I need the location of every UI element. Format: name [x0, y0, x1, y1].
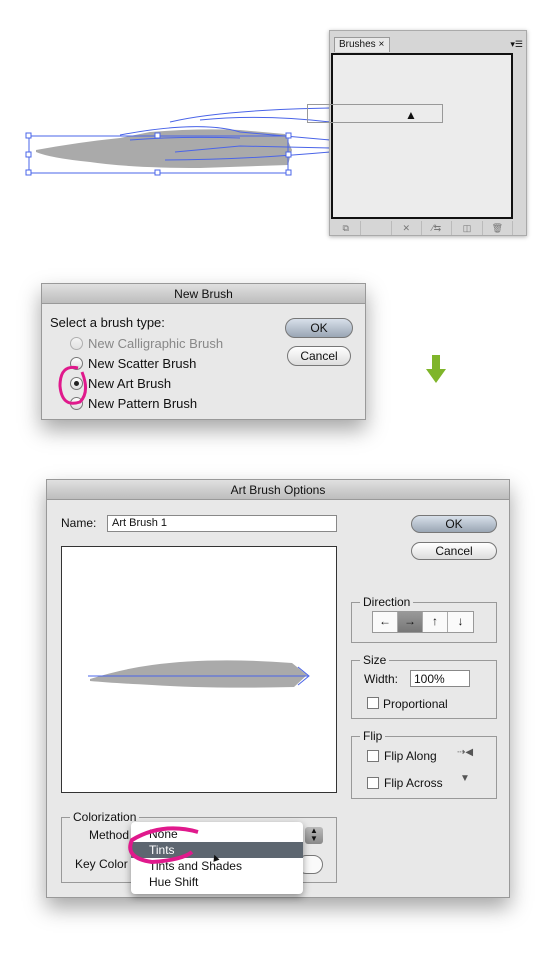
- width-label: Width:: [364, 672, 399, 686]
- cursor-icon: ▲: [405, 108, 417, 122]
- name-label: Name:: [61, 516, 97, 530]
- direction-left-button[interactable]: ←: [373, 612, 398, 632]
- method-select-stepper[interactable]: ▲ ▼: [305, 827, 323, 844]
- art-selection[interactable]: [0, 100, 330, 190]
- close-icon[interactable]: ×: [378, 39, 384, 50]
- delete-icon[interactable]: 🗑: [483, 221, 513, 235]
- brush-stroke-artwork: [36, 129, 292, 168]
- spacer: [361, 221, 392, 235]
- brushes-tab[interactable]: Brushes ×: [334, 37, 390, 52]
- dialog-title: Art Brush Options: [47, 480, 509, 500]
- brushes-panel: Brushes × ▾☰ ⧉ ✕ ⁄⇆ ◫ 🗑: [329, 30, 527, 236]
- remove-stroke-icon[interactable]: ✕: [392, 221, 422, 235]
- flip-along-checkbox[interactable]: [367, 750, 379, 762]
- panel-toolbar: ⧉ ✕ ⁄⇆ ◫ 🗑: [331, 221, 513, 235]
- key-color-label: Key Color: [75, 857, 128, 871]
- label-art: New Art Brush: [88, 376, 172, 391]
- brush-preview: [61, 546, 337, 793]
- flip-across-checkbox[interactable]: [367, 777, 379, 789]
- size-group: Size Width: 100% Proportional: [351, 653, 497, 719]
- arrow-down-icon: [426, 355, 446, 383]
- panel-menu-icon[interactable]: ▾☰: [510, 39, 523, 50]
- drag-ghost: [307, 104, 443, 123]
- flip-across-icon: ▼: [460, 773, 470, 784]
- brushes-list[interactable]: [331, 53, 513, 219]
- radio-calligraphic[interactable]: [70, 337, 83, 350]
- prompt: Select a brush type:: [50, 315, 165, 330]
- size-label: Size: [360, 653, 390, 667]
- flip-along-icon: ⇢◀: [457, 747, 474, 758]
- label-calligraphic: New Calligraphic Brush: [88, 336, 224, 351]
- cancel-button[interactable]: Cancel: [411, 542, 497, 560]
- label-pattern: New Pattern Brush: [88, 396, 198, 411]
- new-brush-dialog: New Brush Select a brush type: New Calli…: [41, 283, 366, 420]
- brush-libraries-icon[interactable]: ⧉: [331, 221, 362, 235]
- annotation-circle: [128, 826, 199, 865]
- direction-down-button[interactable]: ↓: [448, 612, 473, 632]
- flip-along-label: Flip Along: [384, 749, 437, 763]
- annotation-circle: [58, 365, 87, 405]
- ok-button[interactable]: OK: [411, 515, 497, 533]
- menu-item-hue-shift[interactable]: Hue Shift: [131, 874, 303, 890]
- width-input[interactable]: 100%: [410, 670, 470, 687]
- direction-up-button[interactable]: ↑: [423, 612, 448, 632]
- name-input[interactable]: Art Brush 1: [107, 515, 337, 532]
- flip-across-label: Flip Across: [384, 776, 443, 790]
- cancel-button[interactable]: Cancel: [287, 346, 351, 366]
- proportional-checkbox[interactable]: [367, 697, 379, 709]
- options-icon[interactable]: ⁄⇆: [422, 221, 453, 235]
- direction-buttons: ← → ↑ ↓: [372, 611, 474, 633]
- dialog-title: New Brush: [42, 284, 365, 304]
- flip-group: Flip Flip Along ⇢◀ Flip Across ▼: [351, 729, 497, 799]
- direction-group: Direction ← → ↑ ↓: [351, 595, 497, 643]
- ok-button[interactable]: OK: [285, 318, 353, 338]
- new-brush-icon[interactable]: ◫: [452, 221, 483, 235]
- direction-label: Direction: [360, 595, 414, 609]
- flip-label: Flip: [360, 729, 386, 743]
- proportional-label: Proportional: [383, 697, 448, 711]
- tab-label: Brushes: [339, 39, 376, 50]
- label-scatter: New Scatter Brush: [88, 356, 197, 371]
- direction-right-button[interactable]: →: [398, 612, 423, 632]
